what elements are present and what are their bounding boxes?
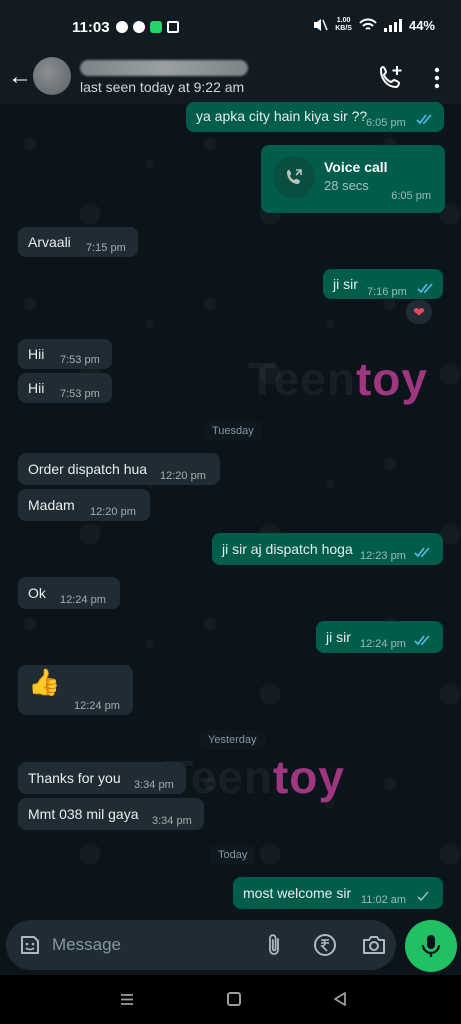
chat-notification-icon <box>116 21 128 33</box>
message-text: Order dispatch hua <box>28 461 148 477</box>
status-bar: 11:03 1.00 KB/S 44% <box>0 0 461 56</box>
back-arrow-icon[interactable]: ← <box>8 62 32 92</box>
call-title: Voice call <box>324 159 388 175</box>
message-time: 12:24 pm <box>360 638 406 650</box>
signal-icon <box>383 18 402 32</box>
call-icon-circle <box>273 156 315 198</box>
message-incoming[interactable]: Thanks for you 3:34 pm <box>18 762 186 794</box>
message-text: Ok <box>28 585 46 601</box>
more-vert-icon[interactable] <box>430 66 444 90</box>
message-time: 7:53 pm <box>60 354 100 366</box>
recent-apps-icon[interactable] <box>120 993 134 1006</box>
sent-tick-icon <box>417 891 429 902</box>
notification-icons <box>116 21 179 33</box>
chat-header: ← last seen today at 9:22 am <box>0 56 461 104</box>
day-separator: Yesterday <box>200 730 265 750</box>
message-incoming[interactable]: Madam 12:20 pm <box>18 489 150 521</box>
message-outgoing[interactable]: ya apka city hain kiya sir ?? 6:05 pm <box>186 102 444 132</box>
message-composer <box>6 920 396 970</box>
app-notification-icon <box>150 21 162 33</box>
day-separator: Tuesday <box>204 421 262 441</box>
message-text: ji sir aj dispatch hoga <box>222 541 353 557</box>
outgoing-call-icon <box>287 169 302 184</box>
camera-icon[interactable] <box>361 933 387 957</box>
message-time: 12:20 pm <box>160 470 206 482</box>
message-incoming[interactable]: Arvaali 7:15 pm <box>18 227 138 257</box>
watermark: Teentoy <box>165 750 345 804</box>
message-time: 12:23 pm <box>360 550 406 562</box>
attach-icon[interactable] <box>264 933 286 957</box>
message-incoming[interactable]: 👍 12:24 pm <box>18 665 133 715</box>
home-icon[interactable] <box>227 992 241 1006</box>
nav-back-icon[interactable] <box>333 992 347 1006</box>
message-time: 12:24 pm <box>74 700 120 712</box>
message-incoming[interactable]: Hii 7:53 pm <box>18 373 112 403</box>
day-separator: Today <box>210 845 256 865</box>
message-time: 6:05 pm <box>391 190 431 202</box>
heart-reaction-icon[interactable]: ❤ <box>406 300 432 324</box>
network-speed-value: 1.00 <box>336 17 351 24</box>
network-speed: 1.00 KB/S <box>335 17 352 33</box>
message-incoming[interactable]: Order dispatch hua 12:20 pm <box>18 453 220 485</box>
message-incoming[interactable]: Ok 12:24 pm <box>18 577 120 609</box>
message-time: 6:05 pm <box>366 117 406 129</box>
mic-icon <box>421 935 441 957</box>
read-receipt-icon <box>414 635 430 646</box>
message-time: 11:02 am <box>361 894 407 906</box>
sticker-icon[interactable] <box>18 933 42 957</box>
message-text: Thanks for you <box>28 770 121 786</box>
message-time: 7:53 pm <box>60 388 100 400</box>
message-time: 3:34 pm <box>134 779 174 791</box>
message-text: Mmt 038 mil gaya <box>28 806 139 822</box>
watermark-brand: toy <box>272 751 345 803</box>
message-time: 12:24 pm <box>60 594 106 606</box>
message-text: ji sir <box>326 629 351 645</box>
rupee-icon[interactable] <box>313 933 337 957</box>
message-outgoing[interactable]: ji sir aj dispatch hoga 12:23 pm <box>212 533 443 565</box>
message-outgoing[interactable]: ji sir 12:24 pm <box>316 621 443 653</box>
watermark-prefix: Teen <box>248 353 356 405</box>
read-receipt-icon <box>416 114 432 125</box>
message-incoming[interactable]: Mmt 038 mil gaya 3:34 pm <box>18 798 204 830</box>
message-input[interactable] <box>52 920 252 970</box>
message-outgoing[interactable]: most welcome sir 11:02 am <box>233 877 443 909</box>
read-receipt-icon <box>414 547 430 558</box>
whatsapp-notification-icon <box>133 21 145 33</box>
thumbs-up-emoji: 👍 <box>28 667 61 697</box>
message-text: Arvaali <box>28 234 71 250</box>
message-incoming[interactable]: Hii 7:53 pm <box>18 339 112 369</box>
last-seen-status: last seen today at 9:22 am <box>80 79 245 95</box>
gmail-notification-icon <box>167 21 179 33</box>
message-text: most welcome sir <box>243 885 352 901</box>
message-text: Madam <box>28 497 75 513</box>
message-time: 7:15 pm <box>86 242 126 254</box>
system-nav-bar <box>0 975 461 1024</box>
message-time: 7:16 pm <box>367 286 407 298</box>
contact-name-redacted[interactable] <box>80 60 248 76</box>
status-time: 11:03 <box>72 19 110 36</box>
contact-avatar[interactable] <box>33 57 71 95</box>
system-status: 1.00 KB/S 44% <box>312 17 435 33</box>
message-text: ya apka city hain kiya sir ?? <box>196 108 368 124</box>
message-text: ji sir <box>333 276 358 292</box>
watermark-brand: toy <box>355 353 428 405</box>
network-speed-unit: KB/S <box>335 25 352 32</box>
message-outgoing[interactable]: ji sir 7:16 pm <box>323 269 443 299</box>
add-call-icon[interactable] <box>378 64 404 90</box>
battery-level: 44% <box>408 17 435 33</box>
read-receipt-icon <box>417 283 433 294</box>
voice-call-message[interactable]: Voice call 28 secs 6:05 pm <box>261 145 445 213</box>
message-text: Hii <box>28 380 45 396</box>
message-text: Hii <box>28 346 45 362</box>
mic-button[interactable] <box>405 920 457 972</box>
wifi-icon <box>359 18 377 30</box>
call-duration: 28 secs <box>324 178 369 193</box>
message-time: 3:34 pm <box>152 815 192 827</box>
watermark: Teentoy <box>248 352 428 406</box>
mute-icon <box>314 19 328 31</box>
message-time: 12:20 pm <box>90 506 136 518</box>
